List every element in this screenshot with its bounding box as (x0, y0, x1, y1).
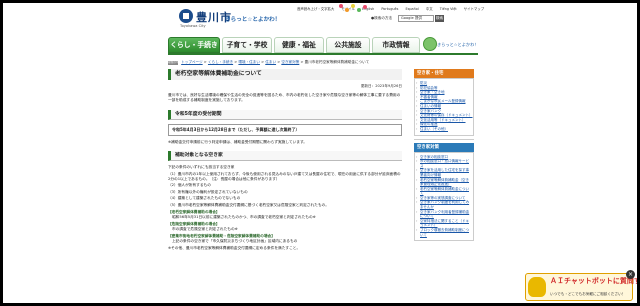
breadcrumb-current: 豊川市老朽空家等解体費補助金について (304, 60, 370, 64)
mascot-text: きらっと☆とよかわ！ (437, 42, 479, 47)
breadcrumb-link[interactable]: 空き家対策 (281, 60, 299, 64)
period-box: 令和5年4月3日から12月28日まで（ただし、予算額に達し次第終了） (168, 123, 402, 136)
flower-decoration-icon (337, 3, 369, 14)
util-link[interactable]: Tiếng Việt (440, 7, 457, 11)
nav-kenko[interactable]: 健康・福祉 (274, 37, 324, 53)
judgement-body: 上記の条件の空き家で「市久保防災まちづくり地区計画」区域内にあるもの (172, 239, 298, 244)
breadcrumb-link[interactable]: くらし・手続き (208, 60, 233, 64)
sidebar-heading: 空き家対策 (414, 142, 474, 152)
breadcrumb-link[interactable]: 住まい (265, 60, 276, 64)
condition-item: （1）豊川市内の1年以上使用されておらず、今後も使用される見込みのない戸建て又は… (168, 171, 401, 182)
page: 豊川市 Toyokawa City きらっと☆とよかわ！ 音声読み上げ・文字拡大… (3, 3, 637, 303)
sidebar-link[interactable]: 老朽空家等解体費補助金について (416, 187, 472, 196)
condition-item: （5）豊川市老朽空家等解体費補助金交付要綱に基づく老朽空家又は危険空家と判定され… (168, 202, 329, 207)
city-emblem-icon[interactable] (179, 9, 193, 23)
util-link[interactable]: Español (405, 7, 418, 11)
site-header: 豊川市 Toyokawa City きらっと☆とよかわ！ 音声読み上げ・文字拡大… (3, 3, 637, 33)
sidebar-heading: 空き家・住宅 (414, 69, 474, 78)
updated-date: 更新日：2023年9月26日 (360, 84, 402, 88)
sidebar-link[interactable]: ブロック塀撤去費補助制度について (416, 228, 472, 237)
sidebar-box: 防災 防犯協会等 空き家・空き地 不審者情報 こまかな市民メール登録情報 住まい… (414, 78, 474, 136)
conditions-lead: 下記の条件のいずれにも該当する空き家 (168, 165, 235, 170)
section-heading: 令和5年度の受付期間 (168, 109, 402, 120)
breadcrumb-current-icon: 現在のページ (168, 61, 184, 65)
search-input[interactable]: Google 提供 (398, 15, 434, 22)
judgement-body: 昭和56年5月31日以前に建築されたものかつ、市の調査で老朽空家と判定されたもの… (172, 215, 316, 220)
sidebar-link[interactable]: 市の相談窓口・窓口情報サービス (416, 159, 472, 168)
sidebar-link[interactable]: 老朽空家等解体費補助金（空き家管理適正化推進） (416, 178, 472, 187)
page-title: 老朽空家等解体費補助金について (168, 69, 402, 80)
sidebar-list: 空き家の相談窓口 市の相談窓口・窓口情報サービス 空き家を活用した住宅を探す事業… (416, 155, 472, 238)
mascot-icon (423, 37, 437, 51)
sidebar-link[interactable]: 空き家を活用した住宅を探す事業者向け情報 (416, 168, 472, 177)
chatbot-title[interactable]: ＡＩチャットボットに質問するだリン☆ (550, 276, 637, 286)
sidebar: 空き家・住宅 防災 防犯協会等 空き家・空き地 不審者情報 こまかな市民メール登… (414, 69, 474, 242)
main-content: 老朽空家等解体費補助金について 更新日：2023年9月26日 豊川市では、良好な… (168, 69, 402, 251)
util-link[interactable]: Português (381, 7, 398, 11)
site-logo-subtitle: Toyokawa City (180, 24, 206, 28)
chatbot-subtitle: いつでも・どこでもお気軽にご相談ください！ (550, 292, 626, 296)
util-link[interactable]: サイトマップ (464, 7, 484, 11)
sidebar-box: 空き家の相談窓口 市の相談窓口・窓口情報サービス 空き家を活用した住宅を探す事業… (414, 151, 474, 242)
breadcrumb-link[interactable]: 環境・住まい (238, 60, 260, 64)
condition-item: （3）所有権以外の権利が設定されていないもの (168, 189, 248, 194)
sidebar-link[interactable]: 空家特措法に関すること（ドキュメント） (416, 219, 472, 228)
sidebar-link[interactable]: 住まい（その他） (416, 127, 472, 132)
sidebar-link[interactable]: 空き家バンク制度を利用してみませんか (416, 200, 472, 209)
sidebar-link[interactable]: 空き家バンク利用者登録補助金について (416, 210, 472, 219)
breadcrumb: 現在のページ トップページ > くらし・手続き > 環境・住まい > 住まい >… (168, 60, 370, 65)
ai-chatbot-banner[interactable]: ＡＩチャットボットに質問するだリン☆ いつでも・どこでもお気軽にご相談ください！… (525, 270, 637, 301)
sidebar-list: 防災 防犯協会等 空き家・空き地 不審者情報 こまかな市民メール登録情報 住まい… (416, 81, 473, 132)
intro-text: 豊川市では、良好な生活環境の確保や生活の安全の促進等を図るため、市内の老朽化した… (168, 93, 401, 103)
period-note: ※補助金交付申請前に行う判定申請は、補助金受付期間に関わらず実施しています。 (168, 139, 307, 144)
mascot-banner: きらっと☆とよかわ！ (423, 35, 479, 55)
section-heading: 補助対象となる空き家 (168, 151, 402, 162)
search-help-link[interactable]: ●検索の方法 (371, 16, 392, 21)
util-link[interactable]: 中文 (426, 7, 433, 11)
search-button[interactable]: 検索 (435, 15, 444, 22)
breadcrumb-link[interactable]: トップページ (181, 60, 203, 64)
util-link[interactable]: 音声読み上げ・文字拡大 (297, 7, 334, 11)
nav-shisei[interactable]: 市政情報 (372, 37, 420, 53)
condition-item: （4）建築として建築されたものでないもの (168, 196, 241, 201)
footnote: ※その他、豊川市老朽空家等解体費補助金交付要綱に定める条件を満たすこと。 (168, 245, 301, 250)
sidebar-divider (414, 138, 474, 140)
condition-item: （2）個人が所有するもの (168, 183, 211, 188)
nav-kosodate[interactable]: 子育て・学校 (222, 37, 272, 53)
site-tagline: きらっと☆とよかわ！ (225, 17, 281, 23)
judgement-body: 市の調査で危険空家と判定されたもの※ (172, 227, 238, 232)
nav-shisetsu[interactable]: 公共施設 (326, 37, 370, 53)
nav-kurashi[interactable]: くらし・手続き (168, 37, 220, 53)
chatbot-mascot-icon (528, 277, 546, 297)
close-icon[interactable]: × (626, 270, 635, 279)
